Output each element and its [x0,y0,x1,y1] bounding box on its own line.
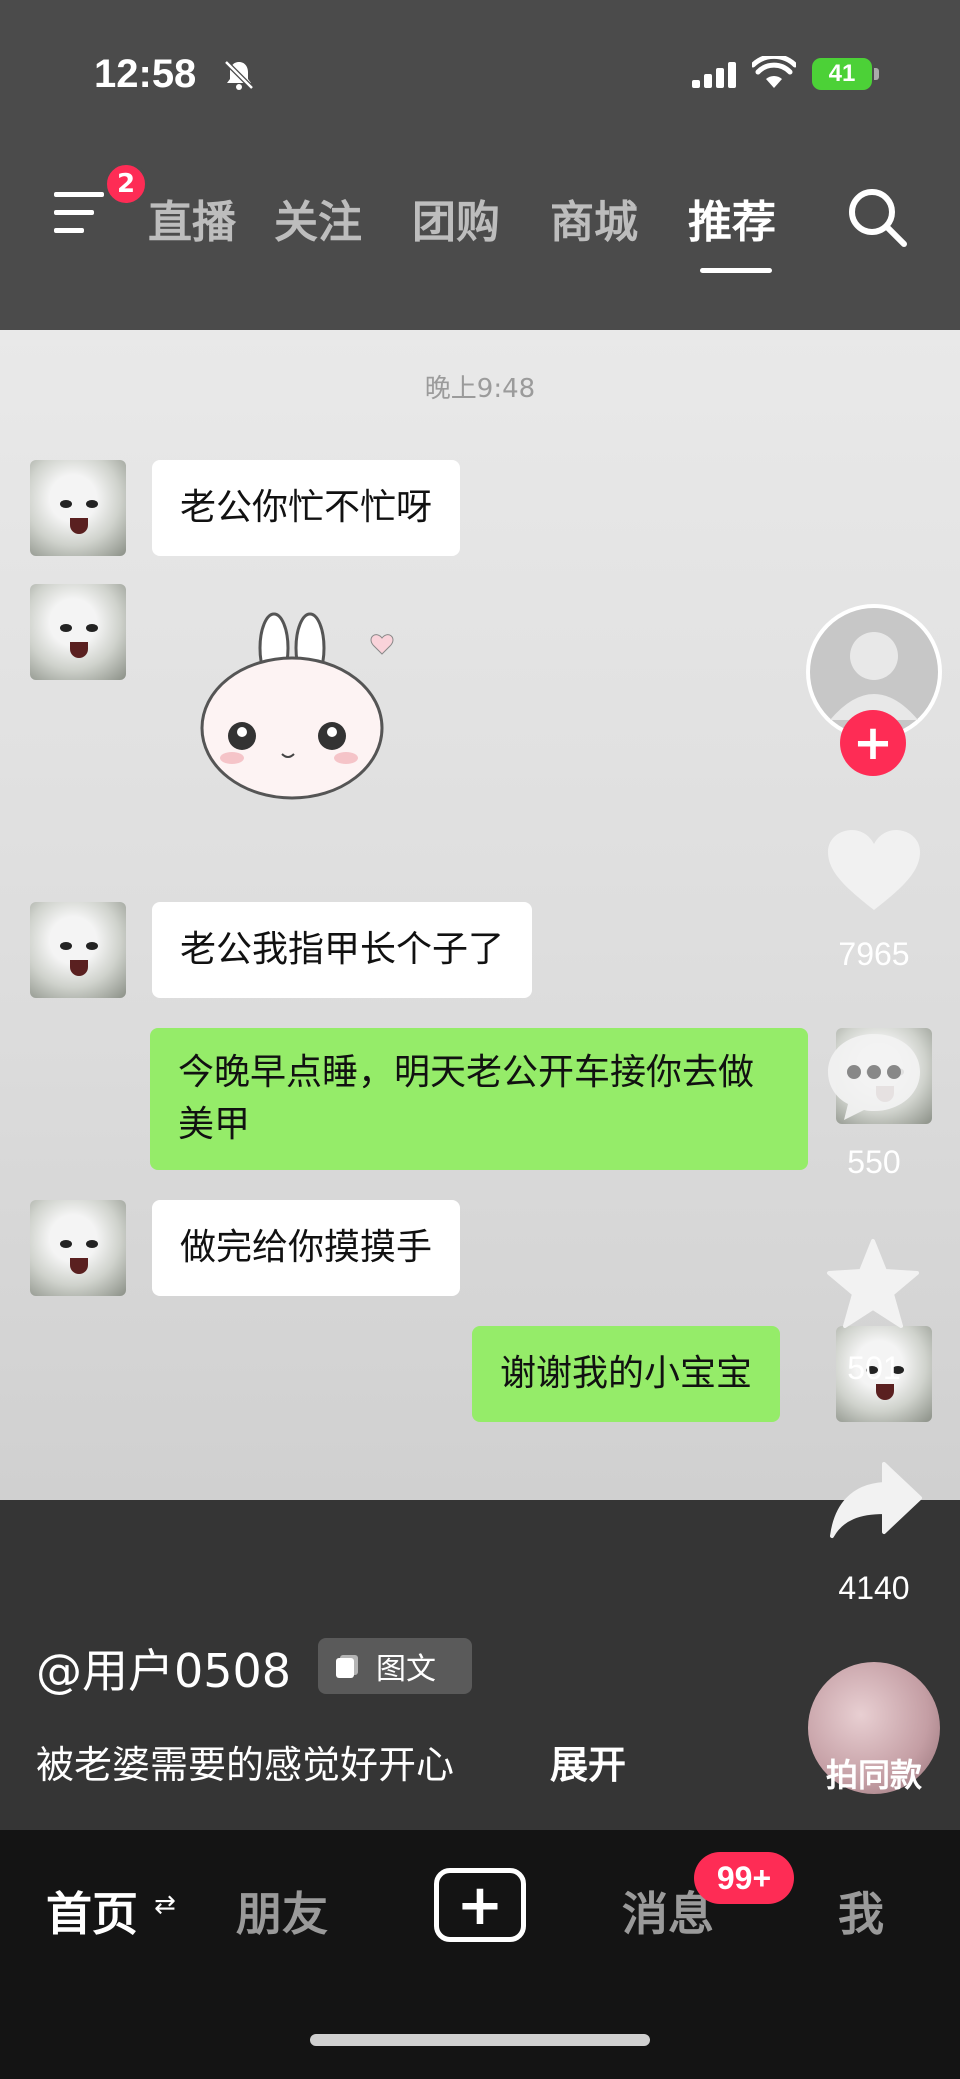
nav-home[interactable]: 首页 [46,1878,138,1944]
bell-muted-icon [224,60,254,90]
messages-badge: 99+ [694,1852,794,1904]
status-time: 12:58 [94,52,197,96]
home-indicator [310,2034,650,2046]
chat-avatar [30,1200,126,1296]
share-icon[interactable] [828,1460,924,1540]
create-button[interactable]: + [434,1868,526,1942]
heart-icon[interactable] [826,828,922,914]
menu-icon[interactable] [52,188,108,238]
post-type-tag: 图文 [318,1638,472,1694]
swap-icon[interactable]: ⇄ [154,1890,176,1920]
post-info: @用户0508 图文 被老婆需要的感觉好开心 展开 拍同款 [0,1500,960,1830]
status-bar: 12:58 41 [0,0,960,150]
chat-bubble-received: 做完给你摸摸手 [152,1200,461,1296]
active-tab-indicator [700,268,772,273]
favorite-count: 501 [847,1350,901,1386]
post-image[interactable]: 晚上9:48 老公你忙不忙呀 老公我指甲长个子了 今晚早点睡，明天老公开车接你去… [0,330,960,1500]
chat-avatar [30,584,126,680]
wifi-icon [752,56,796,88]
chat-bubble-received: 老公我指甲长个子了 [152,902,533,998]
top-nav: 2 直播 关注 团购 商城 推荐 [0,150,960,330]
chat-bubble-sent: 今晚早点睡，明天老公开车接你去做美甲 [150,1028,808,1170]
image-text-icon [336,1655,358,1678]
author-username[interactable]: @用户0508 [36,1635,291,1701]
star-icon[interactable] [826,1238,920,1328]
chat-bubble-received: 老公你忙不忙呀 [152,460,461,556]
tab-recommend[interactable]: 推荐 [688,186,776,250]
nav-friends[interactable]: 朋友 [236,1878,328,1944]
chat-timestamp: 晚上9:48 [424,374,536,404]
search-icon[interactable] [844,184,910,250]
comment-count: 550 [847,1144,901,1180]
chat-avatar [30,902,126,998]
share-count: 4140 [838,1570,910,1606]
tab-following[interactable]: 关注 [274,186,362,250]
sound-label[interactable]: 拍同款 [800,1750,948,1796]
tab-mall[interactable]: 商城 [550,186,638,250]
comment-icon[interactable] [824,1030,924,1122]
bunny-sticker [200,612,394,800]
chat-avatar [30,460,126,556]
follow-button[interactable]: + [840,710,906,776]
tab-group-buy[interactable]: 团购 [412,186,500,250]
cellular-signal-icon [692,62,736,88]
post-description: 被老婆需要的感觉好开心 [36,1743,455,1787]
nav-me[interactable]: 我 [838,1878,884,1944]
expand-link[interactable]: 展开 [550,1734,626,1789]
menu-badge: 2 [104,162,148,206]
tab-live[interactable]: 直播 [148,186,236,250]
chat-bubble-sent: 谢谢我的小宝宝 [472,1326,781,1422]
post-type-label: 图文 [376,1652,436,1687]
battery-indicator: 41 [812,58,872,90]
like-count: 7965 [838,936,910,972]
battery-tip [874,68,879,80]
